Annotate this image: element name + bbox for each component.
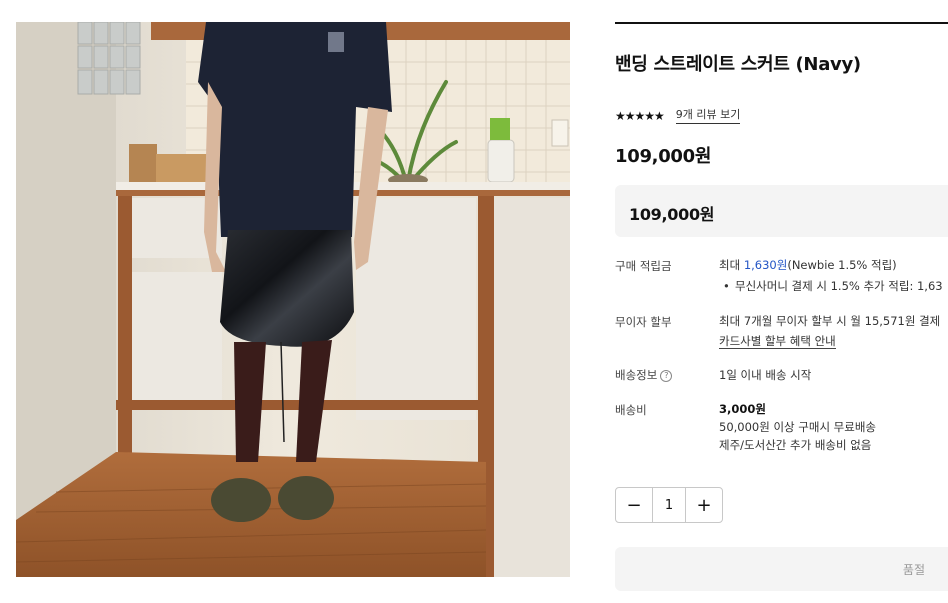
divider: [615, 22, 948, 24]
product-price: 109,000원: [615, 146, 712, 167]
fee-label: 배송비: [615, 403, 647, 417]
points-value: 최대 1,630원(Newbie 1.5% 적립): [719, 256, 897, 274]
plus-button[interactable]: +: [686, 488, 722, 522]
quantity-input[interactable]: 1: [652, 488, 686, 522]
points-suffix: (Newbie 1.5% 적립): [787, 258, 897, 272]
installment-link-wrap: 카드사별 할부 혜택 안내: [719, 332, 836, 350]
points-bullet: 무신사머니 결제 시 1.5% 추가 적립: 1,63: [719, 277, 948, 295]
price-box: 109,000원: [615, 185, 948, 237]
review-link[interactable]: 9개 리뷰 보기: [675, 108, 741, 124]
product-title: 밴딩 스트레이트 스커트 (Navy): [615, 54, 861, 75]
installment-label: 무이자 할부: [615, 315, 672, 329]
help-icon[interactable]: ?: [660, 369, 673, 382]
installment-link[interactable]: 카드사별 할부 혜택 안내: [719, 334, 836, 349]
quantity-stepper: − 1 +: [615, 487, 723, 523]
fee-amount: 3,000원: [719, 402, 766, 416]
shipping-info-label: 배송정보?: [615, 367, 673, 383]
product-info-panel: 밴딩 스트레이트 스커트 (Navy) ★★★★★ 9개 리뷰 보기 109,0…: [615, 22, 948, 603]
installment-text: 최대 7개월 무이자 할부 시 월 15,571원 결제: [719, 314, 941, 328]
rating-row: ★★★★★ 9개 리뷰 보기: [615, 108, 741, 124]
rating-stars-icon: ★★★★★: [615, 109, 665, 123]
product-image: [16, 22, 570, 577]
soldout-button[interactable]: 품절: [615, 547, 948, 591]
price-box-value: 109,000원: [629, 205, 715, 224]
points-label: 구매 적립금: [615, 259, 672, 273]
soldout-label: 품절: [902, 563, 925, 577]
points-prefix: 최대: [719, 258, 744, 272]
shipping-label: 배송정보: [615, 368, 658, 382]
points-amount: 1,630원: [743, 258, 788, 272]
fee-free: 50,000원 이상 구매시 무료배송: [719, 420, 877, 434]
shipping-text: 1일 이내 배송 시작: [719, 368, 812, 382]
product-photo: [16, 22, 570, 577]
fee-extra: 제주/도서산간 추가 배송비 없음: [719, 438, 872, 452]
minus-button[interactable]: −: [616, 488, 652, 522]
